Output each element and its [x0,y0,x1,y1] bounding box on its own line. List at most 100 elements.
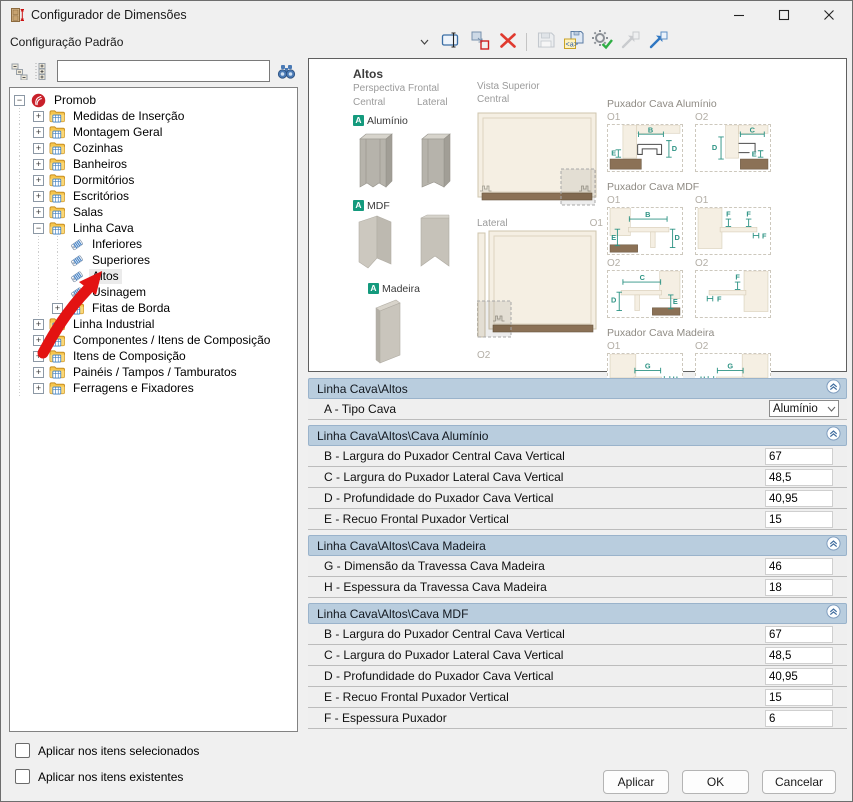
tree-search-input[interactable] [57,60,270,82]
tree-item-label: Fitas de Borda [89,301,173,316]
configuration-tree: −Promob+Medidas de Inserção+Montagem Ger… [9,87,298,732]
collapse-all-button[interactable] [9,60,31,82]
expand-node-icon[interactable]: + [33,127,44,138]
property-row: F - Espessura Puxador [308,708,847,729]
tree-item-usinagem[interactable]: Usinagem [10,284,297,300]
tree-item-cozinhas[interactable]: +Cozinhas [10,140,297,156]
save-configuration-button[interactable] [533,31,558,54]
tree-item-paineis-tampos-tamburatos[interactable]: +Painéis / Tampos / Tamburatos [10,364,297,380]
detail-cell-tag: O1 [607,341,685,353]
property-value-input[interactable] [765,469,833,486]
tree-guide-line [48,284,67,300]
double-chevron-up-icon [826,536,841,556]
export-configuration-button[interactable]: <a> [561,31,586,54]
expand-node-icon[interactable]: + [33,319,44,330]
apply-existing-checkbox[interactable] [15,769,30,784]
collapse-section-button[interactable] [826,536,841,556]
property-label: B - Largura do Puxador Central Cava Vert… [324,627,565,641]
property-value-input[interactable] [765,490,833,507]
tree-guide-line: − [10,92,29,108]
tree-item-medidas-de-insercao[interactable]: +Medidas de Inserção [10,108,297,124]
expand-node-icon[interactable]: + [33,159,44,170]
configuration-combobox[interactable]: Configuração Padrão [5,31,433,53]
tree-guide-line [10,188,29,204]
property-section: Linha Cava\AltosA - Tipo CavaAlumínio [308,378,847,420]
tree-item-altos[interactable]: Altos [10,268,297,284]
search-binoculars-button[interactable] [274,60,298,82]
svg-text:<a>: <a> [565,41,578,49]
tree-guide-line [29,236,48,252]
expand-node-icon[interactable]: + [33,351,44,362]
chevron-down-icon [827,403,836,415]
tipo-cava-select[interactable]: Alumínio [769,400,839,417]
folder-icon [48,173,67,187]
svg-text:C: C [750,125,756,134]
tree-item-componentes-itens-de-composicao[interactable]: +Componentes / Itens de Composição [10,332,297,348]
tree-item-superiores[interactable]: Superiores [10,252,297,268]
detail-group-title: Puxador Cava MDF [607,181,777,193]
rename-configuration-button[interactable] [439,31,464,54]
collapse-section-button[interactable] [826,604,841,624]
property-value-input[interactable] [765,668,833,685]
svg-text:D: D [675,233,680,242]
expand-node-icon[interactable]: + [33,191,44,202]
property-value-input[interactable] [765,579,833,596]
property-value-input[interactable] [765,558,833,575]
frontal-subheadings: Central Lateral [353,97,481,108]
collapse-node-icon[interactable]: − [33,223,44,234]
close-button[interactable] [806,1,851,28]
tree-item-banheiros[interactable]: +Banheiros [10,156,297,172]
duplicate-configuration-button[interactable] [467,31,492,54]
tree-item-ferragens-e-fixadores[interactable]: +Ferragens e Fixadores [10,380,297,396]
delete-configuration-button[interactable] [495,31,520,54]
collapse-section-button[interactable] [826,426,841,446]
property-value-input[interactable] [765,710,833,727]
detail-groups: Puxador Cava AlumínioO1BDEO2CDEPuxador C… [607,89,777,401]
property-value-input[interactable] [765,689,833,706]
property-row: C - Largura do Puxador Lateral Cava Vert… [308,645,847,666]
folder-icon [48,349,67,363]
cancel-button[interactable]: Cancelar [762,770,836,794]
expand-all-button[interactable] [31,60,53,82]
expand-node-icon[interactable]: + [33,367,44,378]
tree-item-linha-cava[interactable]: −Linha Cava [10,220,297,236]
tree-item-fitas-de-borda[interactable]: + Fitas de Borda [10,300,297,316]
tree-item-dormitorios[interactable]: +Dormitórios [10,172,297,188]
tree-item-montagem-geral[interactable]: +Montagem Geral [10,124,297,140]
ok-button[interactable]: OK [682,770,749,794]
property-value-input[interactable] [765,448,833,465]
tree-guide-line: + [29,124,48,140]
property-value-input[interactable] [765,511,833,528]
minimize-button[interactable] [716,1,761,28]
tree-item-inferiores[interactable]: Inferiores [10,236,297,252]
tree-item-salas[interactable]: +Salas [10,204,297,220]
apply-selected-checkbox[interactable] [15,743,30,758]
tree-item-itens-de-composicao[interactable]: +Itens de Composição [10,348,297,364]
expand-node-icon[interactable]: + [33,143,44,154]
collapse-node-icon[interactable]: − [14,95,25,106]
tree-item-promob[interactable]: −Promob [10,92,297,108]
property-value-input[interactable] [765,626,833,643]
apply-configuration-button[interactable] [589,31,614,54]
expand-node-icon[interactable]: + [33,175,44,186]
restore-configuration-button[interactable] [645,31,670,54]
property-row: A - Tipo CavaAlumínio [308,399,847,420]
collapse-section-button[interactable] [826,379,841,399]
property-row: G - Dimensão da Travessa Cava Madeira [308,556,847,577]
svg-text:D: D [611,295,616,304]
apply-button[interactable]: Aplicar [603,770,669,794]
import-configuration-button[interactable] [617,31,642,54]
property-section: Linha Cava\Altos\Cava MDFB - Largura do … [308,603,847,729]
apply-existing-label: Aplicar nos itens existentes [38,770,183,784]
expand-node-icon[interactable]: + [52,303,63,314]
expand-node-icon[interactable]: + [33,335,44,346]
maximize-button[interactable] [761,1,806,28]
expand-node-icon[interactable]: + [33,207,44,218]
property-value-input[interactable] [765,647,833,664]
expand-node-icon[interactable]: + [33,383,44,394]
tree-item-linha-industrial[interactable]: +Linha Industrial [10,316,297,332]
tree-item-escritorios[interactable]: +Escritórios [10,188,297,204]
tag-icon [67,253,86,268]
property-label: E - Recuo Frontal Puxador Vertical [324,690,509,704]
expand-node-icon[interactable]: + [33,111,44,122]
